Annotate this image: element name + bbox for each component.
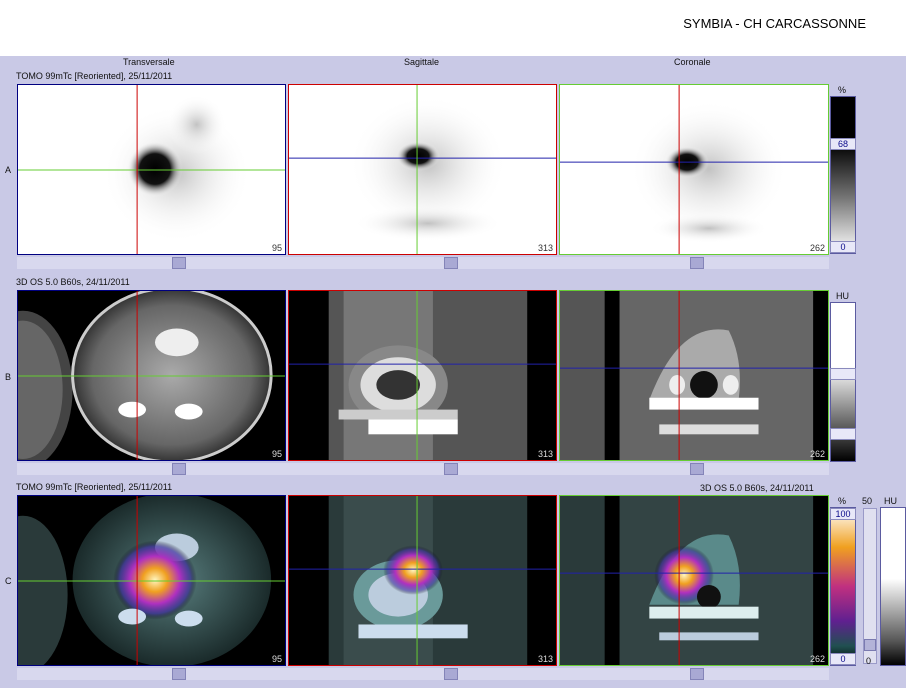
colorbar-b-unit: HU bbox=[836, 291, 849, 301]
colorbar-c-min[interactable]: 0 bbox=[830, 653, 856, 665]
viewport-a-coronale[interactable]: 262 bbox=[559, 84, 829, 255]
scroll-thumb[interactable] bbox=[690, 668, 704, 680]
slice-number: 262 bbox=[809, 449, 825, 459]
blend-slider-thumb[interactable] bbox=[864, 639, 876, 651]
colorbar-b-window-top[interactable] bbox=[830, 368, 856, 380]
scroll-thumb[interactable] bbox=[690, 257, 704, 269]
slice-number: 262 bbox=[809, 243, 825, 253]
scroll-thumb[interactable] bbox=[172, 257, 186, 269]
viewport-c-sagittale[interactable]: 313 bbox=[288, 495, 557, 666]
series-label-b: 3D OS 5.0 B60s, 24/11/2011 bbox=[16, 277, 130, 287]
scroll-thumb[interactable] bbox=[690, 463, 704, 475]
colorbar-a-max[interactable]: 68 bbox=[830, 138, 856, 150]
colorbar-c-unit: % bbox=[838, 496, 847, 506]
scroll-thumb[interactable] bbox=[172, 668, 186, 680]
colorbar-a[interactable] bbox=[830, 96, 856, 254]
viewport-a-transversale[interactable]: 95 bbox=[17, 84, 286, 255]
row-label-b: B bbox=[5, 372, 12, 382]
site-title: SYMBIA - CH CARCASSONNE bbox=[683, 16, 866, 31]
slice-number: 313 bbox=[537, 449, 553, 459]
blend-slider[interactable] bbox=[863, 508, 877, 664]
scrollbar-row-b[interactable] bbox=[17, 463, 829, 475]
row-label-c: C bbox=[5, 576, 12, 586]
blend-slider-min-label: 0 bbox=[866, 656, 872, 666]
viewport-b-sagittale[interactable]: 313 bbox=[288, 290, 557, 461]
scroll-thumb[interactable] bbox=[172, 463, 186, 475]
header-bar: SYMBIA - CH CARCASSONNE bbox=[0, 0, 906, 56]
viewer-area: Transversale Sagittale Coronale TOMO 99m… bbox=[0, 56, 906, 688]
series-label-c-right: 3D OS 5.0 B60s, 24/11/2011 bbox=[700, 483, 814, 493]
scroll-thumb[interactable] bbox=[444, 668, 458, 680]
colorbar-a-min[interactable]: 0 bbox=[830, 241, 856, 253]
row-label-a: A bbox=[5, 165, 12, 175]
slice-number: 262 bbox=[809, 654, 825, 664]
column-header-transversale: Transversale bbox=[123, 57, 175, 67]
colorbar-a-unit: % bbox=[838, 85, 847, 95]
blend-slider-max-label: 50 bbox=[862, 496, 873, 506]
colorbar-c-spect[interactable] bbox=[830, 507, 856, 666]
series-label-a: TOMO 99mTc [Reoriented], 25/11/2011 bbox=[16, 71, 173, 81]
slice-number: 95 bbox=[271, 654, 282, 664]
column-header-coronale: Coronale bbox=[674, 57, 711, 67]
viewport-b-transversale[interactable]: 95 bbox=[17, 290, 286, 461]
slice-number: 313 bbox=[537, 654, 553, 664]
scroll-thumb[interactable] bbox=[444, 463, 458, 475]
colorbar-c-unit-hu: HU bbox=[884, 496, 897, 506]
scroll-thumb[interactable] bbox=[444, 257, 458, 269]
series-label-c: TOMO 99mTc [Reoriented], 25/11/2011 bbox=[16, 482, 173, 492]
viewport-c-transversale[interactable]: 95 bbox=[17, 495, 286, 666]
colorbar-c-max[interactable]: 100 bbox=[830, 508, 856, 520]
scrollbar-row-c[interactable] bbox=[17, 668, 829, 680]
colorbar-c-ct[interactable] bbox=[880, 507, 906, 666]
viewport-a-sagittale[interactable]: 313 bbox=[288, 84, 557, 255]
slice-number: 313 bbox=[537, 243, 553, 253]
colorbar-b-window-bottom[interactable] bbox=[830, 428, 856, 440]
viewport-b-coronale[interactable]: 262 bbox=[559, 290, 829, 461]
slice-number: 95 bbox=[271, 243, 282, 253]
slice-number: 95 bbox=[271, 449, 282, 459]
viewport-c-coronale[interactable]: 262 bbox=[559, 495, 829, 666]
scrollbar-row-a[interactable] bbox=[17, 257, 829, 269]
column-header-sagittale: Sagittale bbox=[404, 57, 440, 67]
